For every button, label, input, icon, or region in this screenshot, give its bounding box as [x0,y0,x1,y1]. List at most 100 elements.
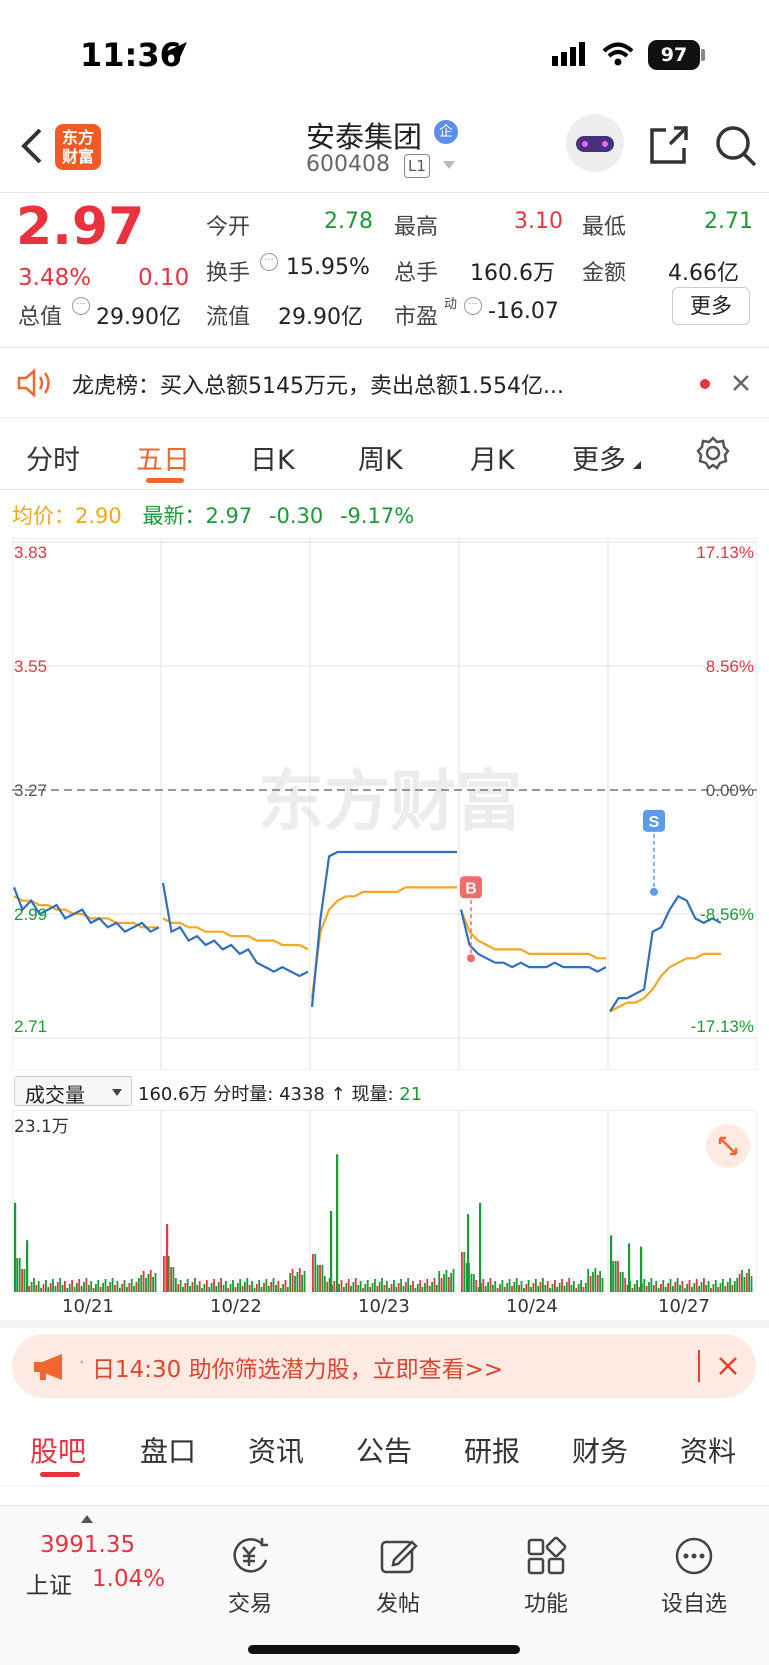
pe-dynamic-sup: 动 [444,297,458,312]
volume-bar [61,1285,64,1292]
avg-price-line [459,909,606,960]
marker-label: B [465,880,477,897]
tab-daily-k[interactable]: 日K [250,438,295,477]
volume-bar [354,1278,357,1292]
tab-research[interactable]: 研报 [464,1430,520,1470]
volume-bar [577,1284,580,1292]
dropdown-icon[interactable] [442,160,456,170]
volume-bar [390,1284,393,1292]
indicator-selector[interactable]: 成交量 [14,1076,132,1107]
tab-monthly-k[interactable]: 月K [470,438,515,477]
volume-bar [123,1280,126,1292]
post-icon [380,1540,418,1574]
volume-bar [447,1277,450,1292]
volume-bar [419,1280,422,1292]
megaphone-icon [34,1354,62,1380]
float-cap-value: 29.90亿 [278,305,363,330]
nav-post[interactable]: 发帖 [338,1536,458,1618]
promo-banner[interactable]: · 日14:30 助你筛选潜力股，立即查看>> [12,1334,756,1398]
volume-bar [30,1282,33,1292]
volume-bar [693,1283,696,1292]
current-price: 2.97 [16,197,145,257]
expand-up-icon[interactable] [80,1514,94,1524]
pe-label: 市盈 [394,305,439,330]
volume-bar [714,1280,717,1292]
volume-bar [18,1258,21,1292]
section-separator [0,1320,769,1328]
dragon-tiger-notice[interactable]: 龙虎榜：买入总额5145万元，卖出总额1.554亿... [0,348,769,418]
tab-more[interactable]: 更多 [572,438,626,477]
volume-bar [364,1284,367,1292]
volume-bar [49,1283,52,1292]
tab-intraday[interactable]: 分时 [26,438,80,477]
volume-bar [681,1281,684,1292]
volume-bar [277,1281,280,1292]
chart-info: 均价：2.90 最新：2.97 -0.30 -9.17% [12,500,414,530]
more-button[interactable]: 更多 [672,287,750,325]
settings-icon[interactable] [696,436,730,470]
volume-bar [733,1281,736,1292]
volume-bar [508,1279,511,1292]
info-icon[interactable]: ··· [464,297,482,315]
volume-bar [743,1277,746,1292]
tab-news[interactable]: 资讯 [248,1430,304,1470]
tab-profile[interactable]: 资料 [680,1430,736,1470]
volume-bar [172,1267,175,1292]
turnover-label: 换手 [206,261,251,286]
volume-bar [16,1258,19,1292]
y-tick-label: 2.99 [14,905,47,924]
tab-finance[interactable]: 财务 [572,1430,628,1470]
tab-weekly-k[interactable]: 周K [358,438,403,477]
close-icon[interactable] [718,1356,738,1376]
volume-bar [700,1282,703,1292]
latest-change-pct: -9.17% [339,504,415,528]
level-badge[interactable]: L1 [404,154,430,178]
volume-bar [64,1281,66,1292]
apps-icon [527,1536,567,1575]
volume-bar [650,1278,653,1292]
volume-bar [246,1278,249,1292]
back-icon[interactable] [18,126,46,166]
volume-bar [601,1278,604,1292]
tab-pankou[interactable]: 盘口 [140,1430,196,1470]
volume-bar [472,1274,475,1292]
volume-bar [499,1284,501,1292]
y-pct-label: 0.00% [706,781,754,800]
index-value[interactable]: 3991.35 [40,1532,135,1558]
info-icon[interactable]: ··· [260,253,278,271]
volume-bar [298,1268,301,1292]
volume-bar [347,1279,350,1292]
volume-bar [385,1281,388,1292]
volume-bar [750,1276,753,1292]
close-icon[interactable] [732,374,750,392]
battery-icon: 97 [648,40,700,70]
tab-five-day[interactable]: 五日 [136,438,190,477]
battery-level: 97 [660,44,688,66]
nav-functions[interactable]: 功能 [486,1536,606,1618]
chart-tabs: 分时 五日 日K 周K 月K 更多 [0,418,769,490]
index-change: 1.04% [92,1566,166,1592]
search-icon[interactable] [714,124,758,168]
volume-bar [703,1278,705,1292]
tab-guba[interactable]: 股吧 [30,1430,86,1470]
volume-bar [272,1278,275,1292]
volume-bar [145,1278,147,1292]
location-arrow-icon [165,42,187,64]
volume-bar [366,1280,369,1292]
x-tick-label: 10/21 [62,1296,114,1317]
volume-bar [726,1282,729,1292]
info-icon[interactable]: ··· [72,297,90,315]
volume-bar [722,1279,724,1292]
volume-bar [424,1283,426,1292]
nav-trade[interactable]: 交易 [190,1536,310,1618]
tab-announcements[interactable]: 公告 [356,1430,412,1470]
volume-bar [333,1281,336,1292]
assistant-avatar[interactable] [566,114,624,172]
nav-add-watchlist[interactable]: 设自选 [634,1536,754,1618]
share-icon[interactable] [648,124,690,166]
volume-bar [489,1278,492,1292]
volume-bar [619,1272,622,1292]
five-day-price-chart[interactable]: 东方财富 B S 3.83 17.13% 3.55 8.56% 3.27 0.00% 2.99… [12,538,757,1070]
volume-max-label: 23.1万 [14,1117,69,1137]
volume-chart[interactable]: 23.1万 [12,1110,757,1292]
